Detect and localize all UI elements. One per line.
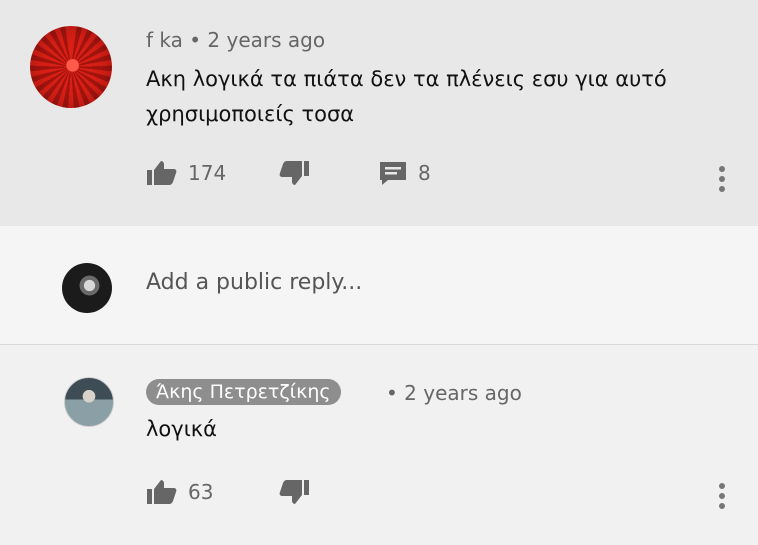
reply-comment-card: Άκης Πετρετζίκης • 2 years ago λογικά 63 bbox=[0, 345, 758, 545]
comment-text-line: Ακη λογικά τα πιάτα δεν τα πλένεις εσυ γ… bbox=[146, 67, 667, 91]
reply-input-area: Add a public reply... bbox=[0, 226, 758, 345]
comment-text: Ακη λογικά τα πιάτα δεν τα πλένεις εσυ γ… bbox=[146, 62, 706, 132]
avatar[interactable] bbox=[64, 377, 114, 427]
reply-meta: • 2 years ago bbox=[386, 381, 522, 405]
comment-time[interactable]: 2 years ago bbox=[207, 28, 325, 52]
current-user-avatar bbox=[62, 263, 112, 313]
like-button[interactable]: 63 bbox=[146, 479, 213, 505]
reply-comment-icon[interactable] bbox=[378, 160, 408, 186]
comment-author[interactable]: f ka bbox=[146, 28, 183, 52]
replies-button[interactable]: 8 bbox=[378, 160, 431, 186]
dislike-icon[interactable] bbox=[278, 160, 310, 186]
comment-actions: 174 8 bbox=[146, 160, 746, 194]
like-icon[interactable] bbox=[146, 160, 178, 186]
dislike-button[interactable] bbox=[278, 160, 310, 186]
like-icon[interactable] bbox=[146, 479, 178, 505]
meta-separator: • bbox=[386, 381, 405, 405]
comment-card: f ka • 2 years ago Ακη λογικά τα πιάτα δ… bbox=[0, 0, 758, 226]
like-count: 174 bbox=[188, 161, 227, 185]
more-options-icon[interactable] bbox=[718, 479, 726, 513]
like-button[interactable]: 174 bbox=[146, 160, 226, 186]
dislike-icon[interactable] bbox=[278, 479, 310, 505]
comment-meta: f ka • 2 years ago bbox=[146, 28, 325, 52]
meta-separator: • bbox=[189, 28, 208, 52]
reply-text: λογικά bbox=[146, 417, 218, 441]
reply-count: 8 bbox=[418, 161, 431, 185]
like-count: 63 bbox=[188, 480, 214, 504]
public-reply-input[interactable]: Add a public reply... bbox=[146, 270, 362, 295]
author-badge[interactable]: Άκης Πετρετζίκης bbox=[146, 379, 341, 405]
dislike-button[interactable] bbox=[278, 479, 310, 505]
avatar[interactable] bbox=[30, 26, 112, 108]
comment-text-line: χρησιμοποιείς τοσα bbox=[146, 102, 355, 126]
more-options-icon[interactable] bbox=[718, 162, 726, 196]
reply-actions: 63 bbox=[146, 479, 746, 513]
reply-time[interactable]: 2 years ago bbox=[404, 381, 522, 405]
